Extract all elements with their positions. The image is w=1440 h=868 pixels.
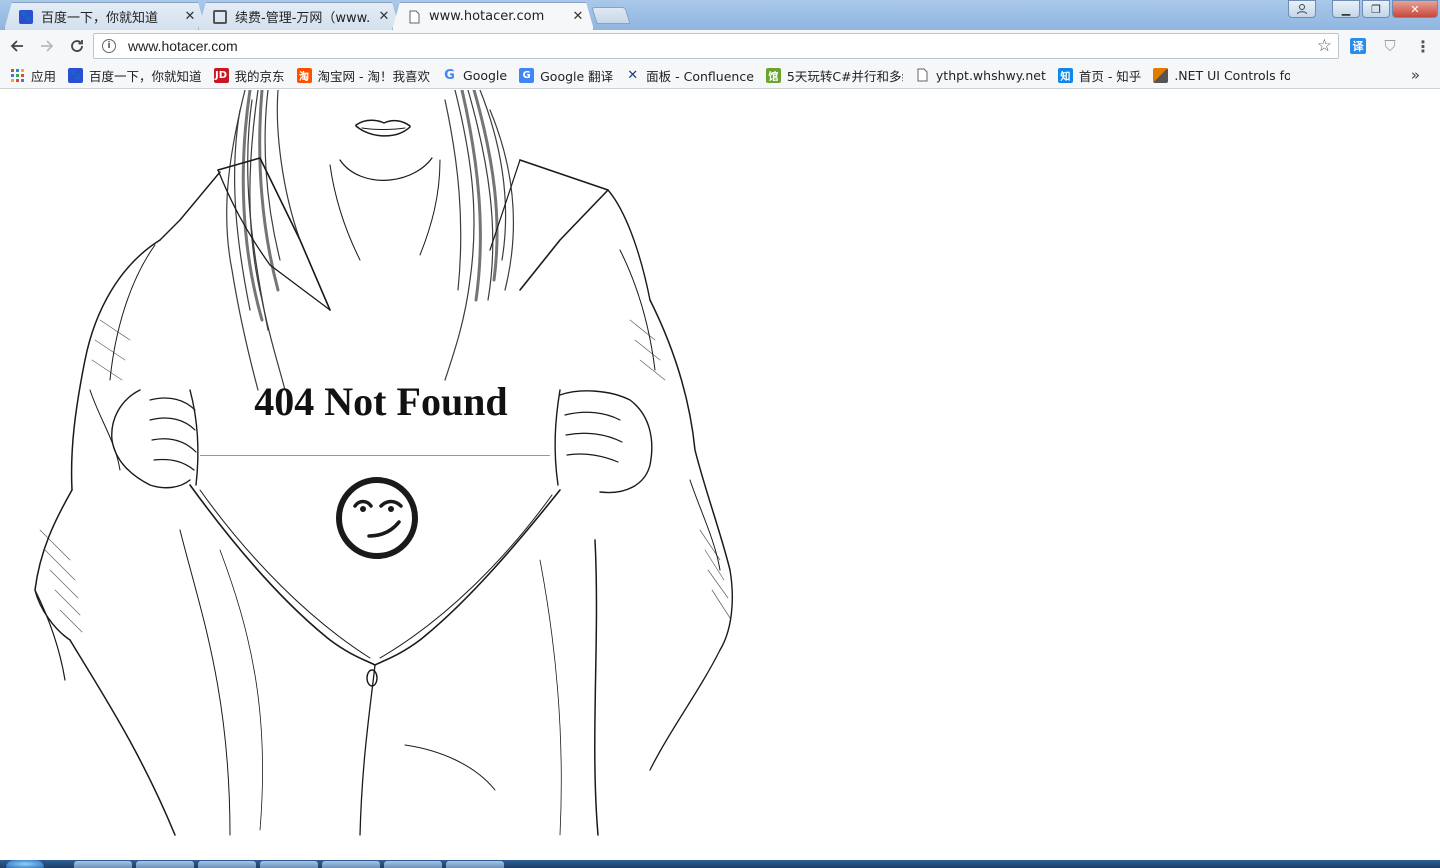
page-icon [915, 68, 930, 83]
book-icon: 馆 [765, 67, 781, 83]
apps-grid-icon [10, 68, 25, 83]
minimize-button[interactable]: ▁ [1332, 0, 1360, 18]
bookmark-apps[interactable]: 应用 [10, 66, 56, 85]
bookmark-label: 面板 - Confluence [646, 68, 754, 84]
reload-button[interactable] [64, 33, 90, 59]
bookmark-devexpress[interactable]: .NET UI Controls for [1153, 67, 1291, 83]
reload-icon [71, 40, 83, 52]
taskbar-item[interactable] [198, 861, 256, 868]
tab-title: 百度一下，你就知道 [41, 11, 159, 26]
jd-icon: JD [213, 67, 229, 83]
bookmark-csharp[interactable]: 馆 5天玩转C#并行和多线 [765, 66, 903, 85]
address-bar[interactable]: i www.hotacer.com ☆ [93, 33, 1339, 59]
bookmark-label: 应用 [31, 68, 57, 84]
back-button[interactable] [4, 33, 30, 59]
bookmark-label: 淘宝网 - 淘！我喜欢 [317, 68, 431, 84]
bookmarks-overflow-icon[interactable]: » [1411, 66, 1420, 84]
menu-dots-icon[interactable]: ⋮ [1415, 37, 1431, 56]
window-controls: ▁ ❐ ✕ [1288, 0, 1438, 18]
bookmark-label: 5天玩转C#并行和多线 [786, 68, 903, 84]
bookmarks-bar: 应用 🐾 百度一下，你就知道 JD 我的京东 淘 淘宝网 - 淘！我喜欢 G G… [0, 62, 1440, 89]
tab-wanwang[interactable]: 续费-管理-万网（www.n ✕ [198, 2, 400, 30]
bookmark-jd[interactable]: JD 我的京东 [213, 66, 285, 85]
error-headline: 404 Not Found [254, 379, 508, 424]
taskbar-item[interactable] [322, 861, 380, 868]
zhihu-icon: 知 [1057, 67, 1073, 83]
tab-title: www.hotacer.com [429, 9, 545, 24]
tab-hotacer[interactable]: www.hotacer.com ✕ [392, 2, 594, 30]
google-translate-icon: G [519, 67, 535, 83]
user-profile-icon[interactable] [1288, 0, 1316, 18]
start-button[interactable] [6, 860, 44, 868]
bookmark-label: ythpt.whshwy.net [935, 67, 1046, 83]
new-tab-button[interactable] [591, 7, 631, 24]
taskbar-item[interactable] [74, 861, 132, 868]
bookmark-label: 我的京东 [234, 68, 285, 84]
bookmark-label: .NET UI Controls for [1174, 67, 1291, 83]
bookmark-label: Google 翻译 [540, 68, 614, 84]
close-icon[interactable]: ✕ [571, 9, 585, 24]
google-icon: G [444, 67, 455, 83]
baidu-paw-icon: 🐾 [19, 11, 33, 22]
close-icon[interactable]: ✕ [377, 9, 391, 24]
back-arrow-icon [10, 40, 23, 52]
bookmark-label: 百度一下，你就知道 [89, 68, 202, 84]
baidu-paw-icon: 🐾 [68, 67, 84, 83]
smirk-face-icon [336, 477, 418, 559]
address-url[interactable]: www.hotacer.com [128, 38, 238, 54]
window-close-button[interactable]: ✕ [1392, 0, 1438, 18]
tab-title: 续费-管理-万网（www.n [235, 11, 371, 26]
devexpress-icon [1153, 67, 1169, 83]
bookmark-star-icon[interactable]: ☆ [1317, 36, 1332, 56]
bookmark-ythpt[interactable]: ythpt.whshwy.net [915, 68, 1046, 83]
forward-arrow-icon [41, 40, 54, 52]
page-icon [407, 10, 421, 24]
forward-button[interactable] [34, 33, 60, 59]
taskbar-item[interactable] [384, 861, 442, 868]
confluence-icon: ✕ [627, 67, 639, 83]
bookmark-zhihu[interactable]: 知 首页 - 知乎 [1057, 66, 1142, 85]
bookmark-baidu[interactable]: 🐾 百度一下，你就知道 [68, 66, 202, 85]
taobao-icon: 淘 [296, 67, 312, 83]
translate-extension-icon[interactable]: 译 [1350, 38, 1366, 54]
bookmark-label: 首页 - 知乎 [1078, 68, 1142, 84]
info-icon[interactable]: i [102, 39, 116, 53]
bookmark-taobao[interactable]: 淘 淘宝网 - 淘！我喜欢 [296, 66, 431, 85]
restore-button[interactable]: ❐ [1362, 0, 1390, 18]
wanwang-icon [213, 10, 227, 24]
divider-line [200, 455, 550, 456]
bookmark-google[interactable]: G Google [442, 68, 507, 83]
browser-titlebar: 🐾 百度一下，你就知道 ✕ 续费-管理-万网（www.n ✕ www.hotac… [0, 0, 1440, 30]
taskbar-item[interactable] [136, 861, 194, 868]
taskbar-item[interactable] [260, 861, 318, 868]
bookmark-label: Google [463, 67, 508, 83]
os-taskbar [0, 860, 1440, 868]
close-icon[interactable]: ✕ [183, 9, 197, 24]
bookmark-confluence[interactable]: ✕ 面板 - Confluence [625, 66, 754, 85]
page-content: 404 Not Found [0, 90, 1440, 860]
taskbar-item[interactable] [446, 861, 504, 868]
shield-extension-icon[interactable]: ⛉ [1382, 37, 1398, 55]
browser-toolbar: i www.hotacer.com ☆ 译 ⛉ ⋮ [0, 30, 1440, 62]
tab-baidu[interactable]: 🐾 百度一下，你就知道 ✕ [4, 2, 206, 30]
sketch-illustration [34, 90, 734, 836]
bookmark-google-translate[interactable]: G Google 翻译 [519, 66, 613, 85]
